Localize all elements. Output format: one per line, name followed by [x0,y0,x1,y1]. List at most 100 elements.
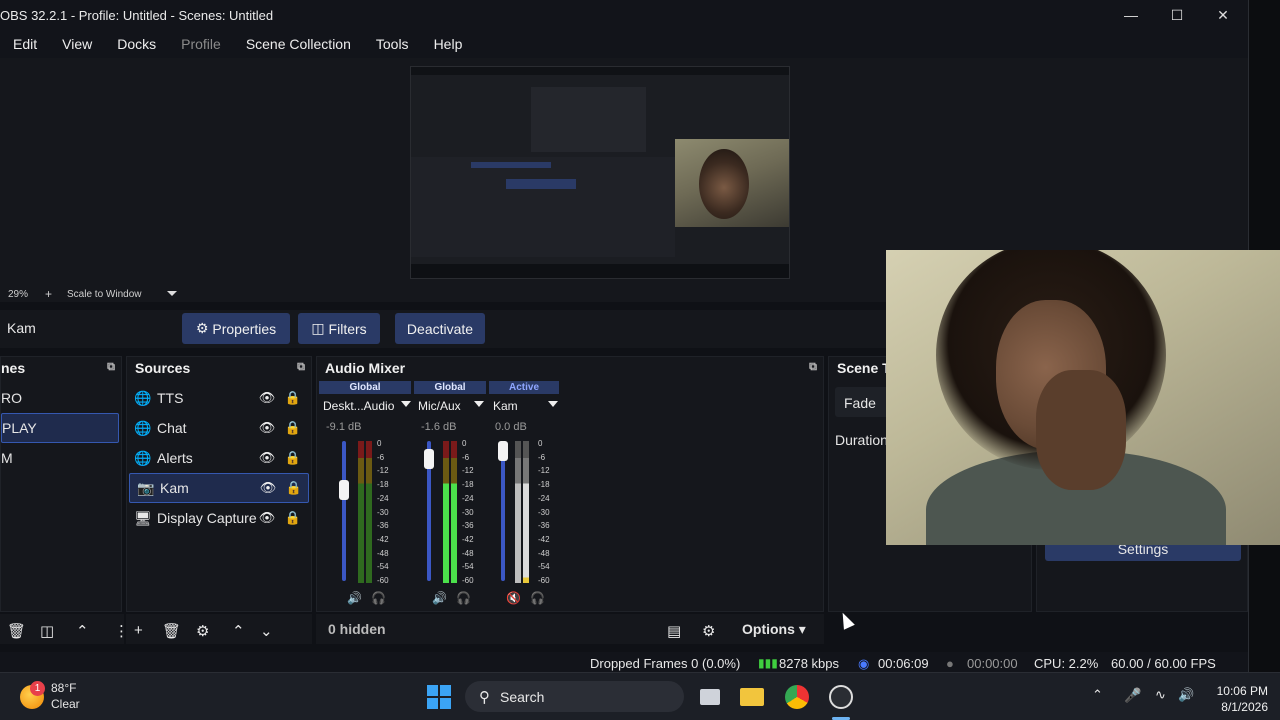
lock-icon[interactable]: 🔒 [285,390,301,406]
undock-icon[interactable]: ⧉ [107,361,115,374]
eye-icon[interactable]: 👁 [259,390,276,406]
menu-edit[interactable]: Edit [0,36,49,52]
trash-icon[interactable]: 🗑 [162,622,181,640]
gear-icon[interactable]: ⚙ [196,622,209,640]
source-item-kam[interactable]: 📷 Kam 👁 🔒 [129,473,309,503]
monitor-icon: 🖥 [134,509,152,526]
volume-slider-handle[interactable] [498,441,508,461]
menu-view[interactable]: View [49,36,104,52]
eye-icon[interactable]: 👁 [260,480,277,496]
file-explorer-icon[interactable] [738,683,766,711]
channel-volume-db: -9.1 dB [326,421,362,433]
volume-slider[interactable] [342,441,346,581]
scene-item-selected[interactable]: PLAY [1,413,119,443]
speaker-icon[interactable]: 🔊 [432,591,447,605]
task-view-icon[interactable] [696,683,724,711]
lock-icon[interactable]: 🔒 [285,420,301,436]
undock-icon[interactable]: ⧉ [297,361,305,374]
properties-button[interactable]: ⚙ Properties [182,313,290,344]
gear-icon: ⚙ [195,320,209,336]
source-item-chat[interactable]: 🌐 Chat 👁 🔒 [127,413,311,443]
options-button[interactable]: Options ▾ [742,621,806,638]
wifi-icon[interactable]: ∿ [1155,687,1166,703]
source-item-alerts[interactable]: 🌐 Alerts 👁 🔒 [127,443,311,473]
channel-name: Kam [493,399,518,413]
volume-slider[interactable] [501,441,505,581]
signal-icon: ▮▮▮ [758,656,778,670]
menu-docks[interactable]: Docks [104,36,168,52]
scene-item[interactable]: RO [1,383,121,413]
trash-icon[interactable]: 🗑 [7,622,26,640]
lock-icon[interactable]: 🔒 [286,480,302,496]
maximize-button[interactable]: ☐ [1154,0,1200,30]
headphones-icon[interactable]: 🎧 [456,591,471,605]
deactivate-button[interactable]: Deactivate [395,313,485,344]
menu-tools[interactable]: Tools [363,36,421,52]
chrome-icon[interactable] [783,683,811,711]
menu-profile[interactable]: Profile [168,36,233,52]
obs-icon[interactable] [827,683,855,711]
mouse-cursor [837,610,855,630]
dropped-frames: Dropped Frames 0 (0.0%) [590,656,741,671]
clock[interactable]: 10:06 PM 8/1/2026 [1198,683,1268,715]
volume-slider-handle[interactable] [424,449,434,469]
taskbar-search[interactable]: ⚲ Search [465,681,684,712]
level-meter [366,441,372,583]
lock-icon[interactable]: 🔒 [285,510,301,526]
source-item-display-capture[interactable]: 🖥 Display Capture 👁 🔒 [127,503,311,533]
source-item-tts[interactable]: 🌐 TTS 👁 🔒 [127,383,311,413]
chevron-up-icon[interactable]: ⌃ [1092,687,1103,703]
filter-icon[interactable]: ◫ [40,622,54,640]
level-meter [523,441,529,583]
headphones-icon[interactable]: 🎧 [371,591,386,605]
channel-dropdown-icon[interactable] [474,401,484,407]
db-scale: 0 -6 -12 -18 -24 -30 -36 -42 -48 -54 -60 [462,439,474,586]
channel-tag: Global [319,381,411,394]
menu-scene-collection[interactable]: Scene Collection [233,36,363,52]
zoom-in-icon[interactable]: + [45,287,52,301]
channel-dropdown-icon[interactable] [548,401,558,407]
filters-button[interactable]: ◫ Filters [298,313,380,344]
channel-volume-db: 0.0 dB [495,421,527,433]
scene-item[interactable]: M [1,443,121,473]
zoom-level: 29% [8,288,29,300]
window-title: OBS 32.2.1 - Profile: Untitled - Scenes:… [0,7,274,23]
speaker-muted-icon[interactable]: 🔇 [506,591,521,605]
close-button[interactable]: ✕ [1200,0,1246,30]
sources-title: Sources [135,360,191,376]
lock-icon[interactable]: 🔒 [285,450,301,466]
move-down-icon[interactable]: ⌄ [260,622,273,640]
status-bar: Dropped Frames 0 (0.0%) ▮▮▮ 8278 kbps ◉ … [0,652,1248,674]
scale-dropdown-icon[interactable] [167,291,177,296]
speaker-icon[interactable]: 🔊 [347,591,362,605]
level-meter [515,441,521,583]
channel-tag: Global [414,381,486,394]
headphones-icon[interactable]: 🎧 [530,591,545,605]
scale-mode[interactable]: Scale to Window [67,289,141,300]
duration-label: Duration [835,432,888,448]
record-icon: ● [946,656,954,671]
add-source-icon[interactable]: + [134,622,143,639]
move-up-icon[interactable]: ⌃ [76,622,89,640]
selected-source-name: Kam [7,320,36,336]
globe-icon: 🌐 [134,449,152,466]
start-button[interactable] [425,683,453,711]
eye-icon[interactable]: 👁 [259,450,276,466]
bitrate: 8278 kbps [779,656,839,671]
layout-icon[interactable]: ▤ [667,622,681,640]
volume-slider-handle[interactable] [339,480,349,500]
eye-icon[interactable]: 👁 [259,420,276,436]
eye-icon[interactable]: 👁 [259,510,276,526]
channel-tag: Active [489,381,559,394]
channel-dropdown-icon[interactable] [401,401,411,407]
volume-icon[interactable]: 🔊 [1178,687,1194,703]
advanced-audio-icon[interactable]: ⚙ [702,622,715,640]
microphone-icon[interactable]: 🎤 [1124,687,1141,704]
scenes-title: nes [1,360,26,376]
undock-icon[interactable]: ⧉ [809,361,817,374]
webcam-overlay [886,250,1280,545]
minimize-button[interactable]: — [1108,0,1154,30]
nested-webcam-image [675,139,789,227]
menu-help[interactable]: Help [421,36,475,52]
move-up-icon[interactable]: ⌃ [232,622,245,640]
